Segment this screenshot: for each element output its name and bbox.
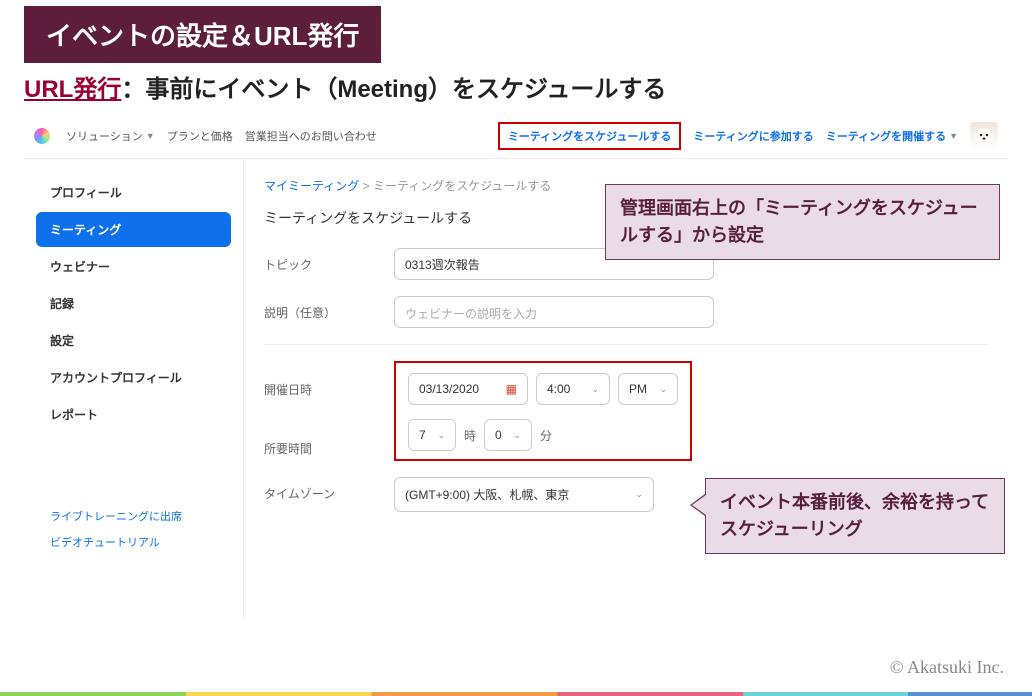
sidebar-item-webinars[interactable]: ウェビナー [36, 249, 231, 284]
label-description: 説明（任意） [264, 296, 394, 321]
datetime-box: 03/13/2020 ▦ 4:00 ⌄ PM ⌄ [394, 361, 692, 461]
sidebar: プロフィール ミーティング ウェビナー 記録 設定 アカウントプロフィール レポ… [24, 159, 244, 619]
nav-host-label: ミーティングを開催する [826, 128, 946, 144]
hours-unit: 時 [464, 427, 476, 444]
nav-plans[interactable]: プランと価格 [167, 128, 233, 144]
avatar-image-icon [972, 124, 996, 148]
duration-minutes-select[interactable]: 0 ⌄ [484, 419, 532, 451]
sublink-live-training[interactable]: ライブトレーニングに出席 [50, 508, 217, 524]
ampm-select[interactable]: PM ⌄ [618, 373, 678, 405]
avatar[interactable] [970, 122, 998, 150]
chevron-down-icon: ▼ [146, 131, 155, 141]
nav-solutions-label: ソリューション [66, 128, 143, 144]
chevron-down-icon: ⌄ [635, 489, 643, 500]
label-timezone: タイムゾーン [264, 477, 394, 502]
minutes-unit: 分 [540, 427, 552, 444]
nav-schedule-meeting[interactable]: ミーティングをスケジュールする [498, 122, 682, 150]
row-datetime: 開催日時 所要時間 03/13/2020 ▦ 4:00 ⌄ [264, 361, 988, 461]
calendar-icon: ▦ [506, 382, 517, 396]
callout-2-text: イベント本番前後、余裕を持ってスケジューリング [720, 492, 989, 539]
nav-join-label: ミーティングに参加する [693, 128, 813, 144]
nav-join-meeting[interactable]: ミーティングに参加する [693, 128, 813, 144]
label-datetime: 開催日時 [264, 361, 394, 398]
date-value: 03/13/2020 [419, 382, 479, 396]
duration-minutes-value: 0 [495, 428, 502, 442]
chevron-down-icon: ⌄ [659, 384, 667, 395]
sidebar-item-reports[interactable]: レポート [36, 397, 231, 432]
duration-hours-value: 7 [419, 428, 426, 442]
sublink-video-tutorials[interactable]: ビデオチュートリアル [50, 534, 217, 550]
nav-plans-label: プランと価格 [167, 128, 233, 144]
nav-contact-sales[interactable]: 営業担当へのお問い合わせ [245, 128, 377, 144]
callout-pointer [692, 495, 706, 515]
breadcrumb-sep: > [363, 179, 370, 193]
nav-contact-label: 営業担当へのお問い合わせ [245, 128, 377, 144]
color-strip [0, 692, 1032, 696]
description-textarea[interactable]: ウェビナーの説明を入力 [394, 296, 714, 328]
callout-schedule-buffer: イベント本番前後、余裕を持ってスケジューリング [705, 478, 1005, 554]
chevron-down-icon: ▼ [949, 131, 958, 141]
sidebar-item-recordings[interactable]: 記録 [36, 286, 231, 321]
date-picker[interactable]: 03/13/2020 ▦ [408, 373, 528, 405]
top-nav: ソリューション ▼ プランと価格 営業担当へのお問い合わせ ミーティングをスケジ… [24, 114, 1008, 159]
nav-host-meeting[interactable]: ミーティングを開催する ▼ [826, 128, 958, 144]
label-topic: トピック [264, 248, 394, 273]
nav-schedule-label: ミーティングをスケジュールする [508, 128, 672, 144]
callout-top-right: 管理画面右上の「ミーティングをスケジュールする」から設定 [605, 184, 1000, 260]
nav-solutions[interactable]: ソリューション ▼ [66, 128, 155, 144]
chevron-down-icon: ⌄ [591, 384, 599, 395]
time-value: 4:00 [547, 382, 570, 396]
divider [264, 344, 988, 345]
slide-subtitle: URL発行：事前にイベント（Meeting）をスケジュールする [24, 69, 1032, 104]
sidebar-item-profile[interactable]: プロフィール [36, 175, 231, 210]
slide-title: イベントの設定＆URL発行 [24, 6, 381, 63]
sidebar-item-account-profile[interactable]: アカウントプロフィール [36, 360, 231, 395]
chevron-down-icon: ⌄ [513, 430, 521, 441]
subtitle-underlined: URL発行 [24, 76, 121, 103]
breadcrumb-parent[interactable]: マイミーティング [264, 179, 359, 193]
sidebar-sublinks: ライブトレーニングに出席 ビデオチュートリアル [36, 508, 231, 550]
sidebar-item-meetings[interactable]: ミーティング [36, 212, 231, 247]
ampm-value: PM [629, 382, 647, 396]
label-duration: 所要時間 [264, 432, 394, 457]
sidebar-item-settings[interactable]: 設定 [36, 323, 231, 358]
timezone-select[interactable]: (GMT+9:00) 大阪、札幌、東京 ⌄ [394, 477, 654, 512]
logo-icon[interactable] [34, 128, 50, 144]
duration-hours-select[interactable]: 7 ⌄ [408, 419, 456, 451]
subtitle-rest: ：事前にイベント（Meeting）をスケジュールする [121, 76, 666, 103]
time-select[interactable]: 4:00 ⌄ [536, 373, 610, 405]
footer-copyright: © Akatsuki Inc. [890, 657, 1004, 678]
row-description: 説明（任意） ウェビナーの説明を入力 [264, 296, 988, 328]
breadcrumb-current: ミーティングをスケジュールする [373, 179, 551, 193]
chevron-down-icon: ⌄ [437, 430, 445, 441]
timezone-value: (GMT+9:00) 大阪、札幌、東京 [405, 486, 569, 503]
